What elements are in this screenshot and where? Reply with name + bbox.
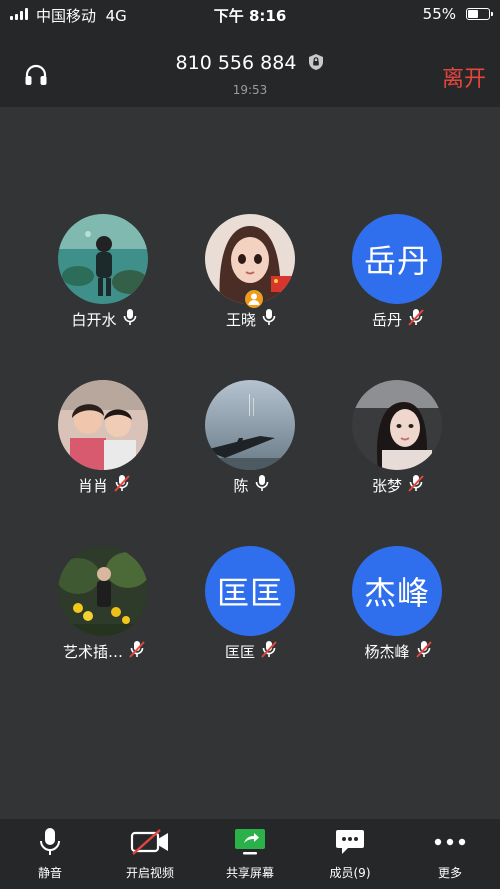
members-label: 成员(9) (329, 866, 371, 880)
share-screen-icon (230, 827, 270, 857)
avatar (58, 380, 148, 470)
participant-tile[interactable]: 白开水 (34, 214, 174, 344)
host-badge-icon (243, 288, 265, 310)
participant-tile[interactable]: 杰峰 杨杰峰 (328, 546, 468, 676)
avatar (58, 546, 148, 636)
microphone-icon (30, 827, 70, 857)
microphone-muted-icon (261, 640, 277, 662)
participant-tile[interactable]: 肖肖 (34, 380, 174, 510)
leave-button[interactable]: 离开 (442, 61, 486, 93)
participant-tile[interactable]: 王晓 (181, 214, 321, 344)
start-video-label: 开启视频 (125, 866, 174, 880)
video-off-icon (130, 827, 170, 857)
mute-button[interactable]: 静音 (0, 819, 100, 889)
participant-name: 白开水 (71, 310, 117, 329)
avatar (205, 380, 295, 470)
avatar: 岳丹 (352, 214, 442, 304)
battery-icon (466, 8, 493, 20)
participant-name: 张梦 (371, 476, 402, 495)
participant-name-row: 匡匡 (181, 641, 321, 661)
meeting-elapsed-time: 19:53 (232, 83, 268, 97)
microphone-icon (123, 308, 137, 330)
microphone-muted-icon (129, 640, 145, 662)
battery-percent: 55% (422, 5, 456, 23)
participant-name: 陈 (233, 476, 249, 495)
more-dots-icon (430, 827, 470, 857)
participant-name-row: 陈 (181, 475, 321, 495)
participant-name: 杨杰峰 (364, 642, 410, 661)
avatar: 匡匡 (205, 546, 295, 636)
start-video-button[interactable]: 开启视频 (100, 819, 200, 889)
participant-name-row: 张梦 (328, 475, 468, 495)
participant-tile[interactable]: 艺术插… (34, 546, 174, 676)
avatar: 杰峰 (352, 546, 442, 636)
mute-label: 静音 (37, 866, 62, 880)
participant-name: 艺术插… (62, 642, 123, 661)
participant-name-row: 杨杰峰 (328, 641, 468, 661)
participant-grid: 白开水 王晓 岳丹 岳丹 肖肖 陈 张梦 艺术插… 匡匡 匡匡 杰峰 杨杰峰 (0, 107, 500, 819)
avatar (352, 380, 442, 470)
microphone-icon (262, 308, 276, 330)
members-button[interactable]: 成员(9) (300, 819, 400, 889)
participant-name-row: 王晓 (181, 309, 321, 329)
participant-name: 王晓 (225, 310, 256, 329)
participant-tile[interactable]: 岳丹 岳丹 (328, 214, 468, 344)
participant-name: 匡匡 (224, 642, 255, 661)
share-screen-label: 共享屏幕 (225, 866, 274, 880)
avatar (58, 214, 148, 304)
status-bar: 中国移动 4G 下午 8:16 55% (0, 0, 500, 30)
more-label: 更多 (437, 866, 462, 880)
participant-name-row: 肖肖 (34, 475, 174, 495)
share-screen-button[interactable]: 共享屏幕 (200, 819, 300, 889)
meeting-header: 810 556 884 19:53 离开 (0, 30, 500, 107)
microphone-icon (255, 474, 269, 496)
microphone-muted-icon (415, 640, 432, 662)
participant-name-row: 岳丹 (328, 309, 468, 329)
participant-name-row: 艺术插… (34, 641, 174, 661)
microphone-muted-icon (114, 474, 130, 496)
members-chat-icon (330, 827, 370, 857)
microphone-muted-icon (408, 474, 424, 496)
bottom-toolbar: 静音 开启视频 共享屏幕 成员(9) 更多 (0, 819, 500, 889)
participant-name: 岳丹 (371, 310, 402, 329)
more-button[interactable]: 更多 (400, 819, 500, 889)
meeting-id[interactable]: 810 556 884 (0, 52, 500, 76)
participant-name-row: 白开水 (34, 309, 174, 329)
microphone-muted-icon (408, 308, 424, 330)
participant-name: 肖肖 (77, 476, 108, 495)
participant-tile[interactable]: 陈 (181, 380, 321, 510)
participant-tile[interactable]: 匡匡 匡匡 (181, 546, 321, 676)
participant-tile[interactable]: 张梦 (328, 380, 468, 510)
shield-icon (308, 53, 324, 76)
